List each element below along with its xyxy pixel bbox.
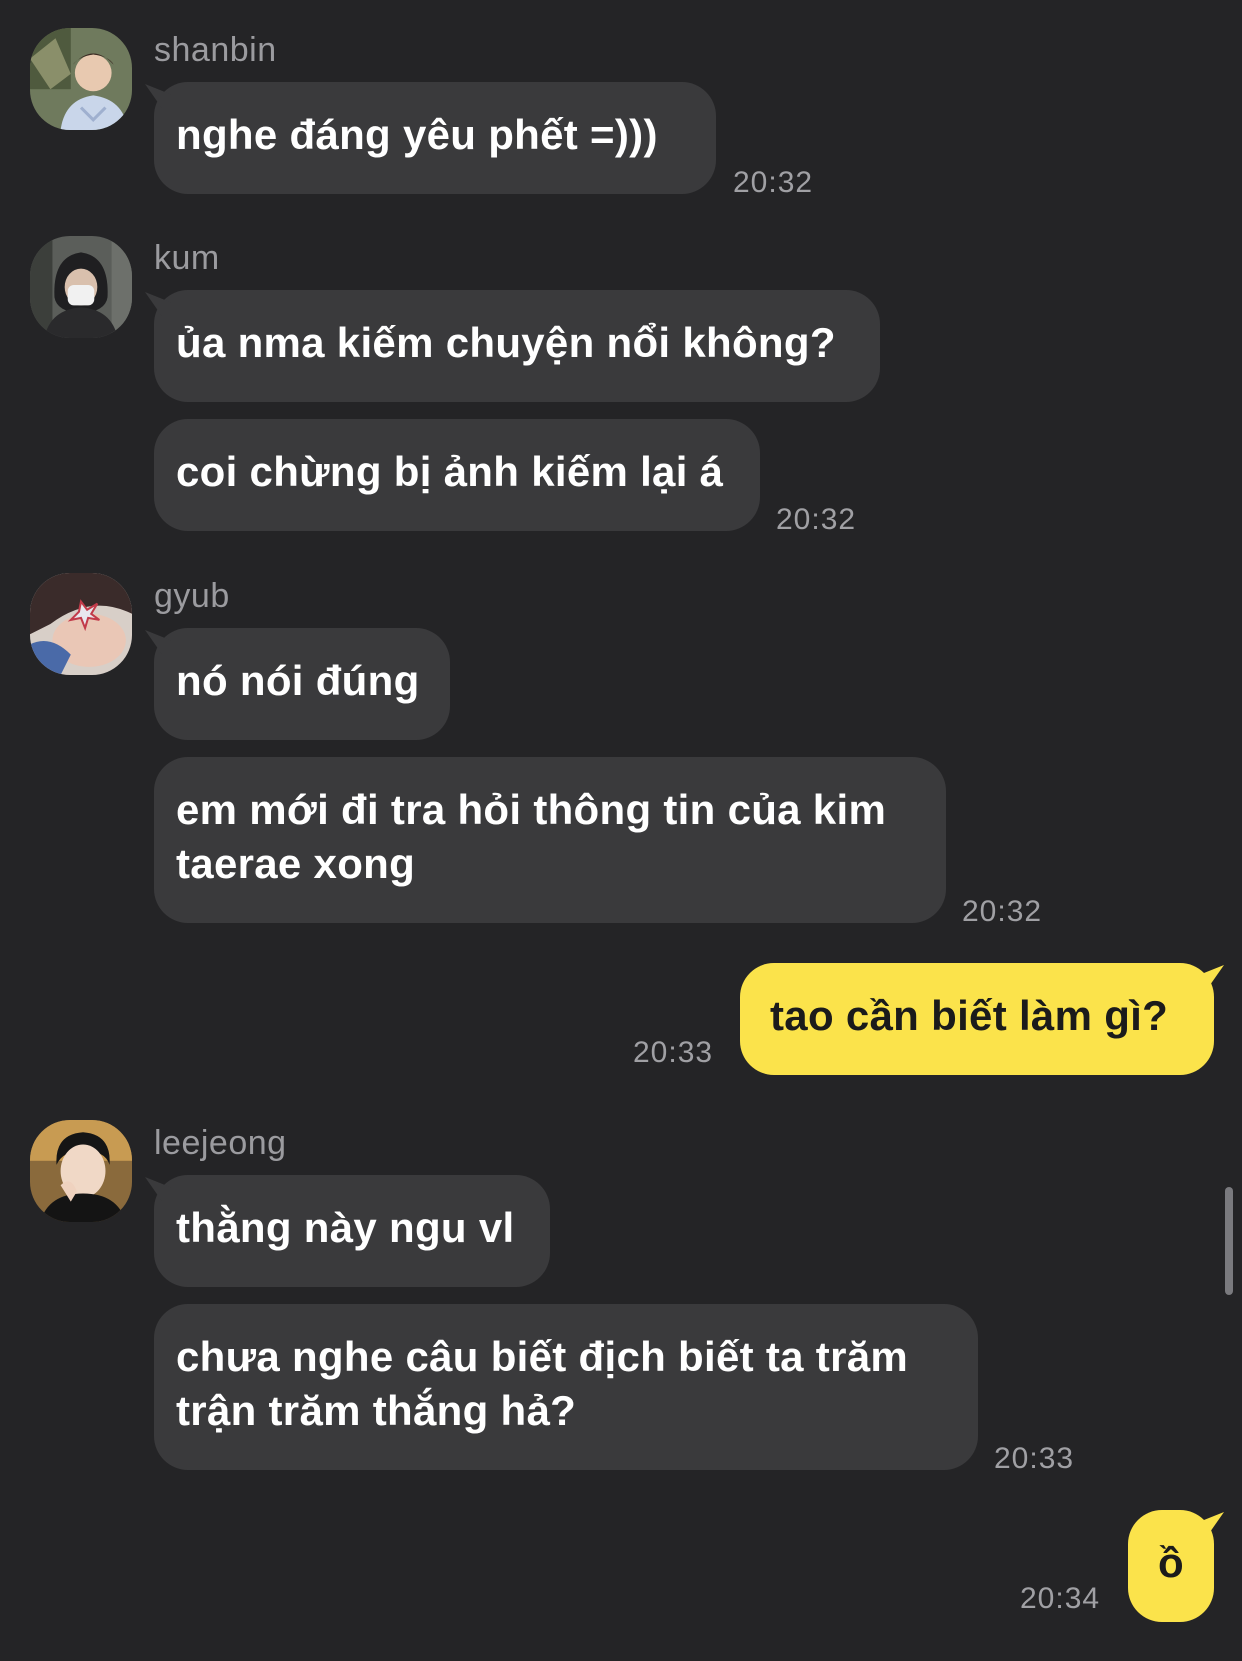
sender-avatar[interactable] xyxy=(30,28,132,130)
sender-avatar[interactable] xyxy=(30,573,132,675)
message-timestamp: 20:33 xyxy=(994,1442,1075,1475)
avatar-photo-icon xyxy=(30,28,132,130)
sender-name: kum xyxy=(154,239,220,277)
sender-name: shanbin xyxy=(154,31,277,69)
my-message-bubble[interactable]: ồ xyxy=(1128,1510,1214,1622)
message-text: ủa nma kiếm chuyện nổi không? xyxy=(176,319,836,366)
message-text: em mới đi tra hỏi thông tin của kim taer… xyxy=(176,786,887,887)
my-message-bubble[interactable]: tao cần biết làm gì? xyxy=(740,963,1214,1075)
message-timestamp: 20:32 xyxy=(776,503,857,536)
message-timestamp: 20:32 xyxy=(733,166,814,199)
message-bubble[interactable]: ủa nma kiếm chuyện nổi không? xyxy=(154,290,880,402)
avatar-photo-icon xyxy=(30,573,132,675)
message-text: chưa nghe câu biết địch biết ta trăm trậ… xyxy=(176,1333,909,1434)
message-text: ồ xyxy=(1158,1539,1184,1586)
message-text: coi chừng bị ảnh kiếm lại á xyxy=(176,448,724,495)
message-text: tao cần biết làm gì? xyxy=(770,992,1169,1039)
message-timestamp: 20:32 xyxy=(962,895,1043,928)
avatar-photo-icon xyxy=(30,1120,132,1222)
avatar-photo-icon xyxy=(30,236,132,338)
message-timestamp: 20:34 xyxy=(1020,1582,1101,1615)
message-bubble[interactable]: chưa nghe câu biết địch biết ta trăm trậ… xyxy=(154,1304,978,1470)
message-bubble[interactable]: coi chừng bị ảnh kiếm lại á xyxy=(154,419,760,531)
sender-avatar[interactable] xyxy=(30,236,132,338)
message-text: nó nói đúng xyxy=(176,657,420,704)
message-text: nghe đáng yêu phết =))) xyxy=(176,111,658,158)
sender-name: leejeong xyxy=(154,1124,287,1162)
sender-name: gyub xyxy=(154,577,230,615)
message-text: thằng này ngu vl xyxy=(176,1204,515,1251)
sender-avatar[interactable] xyxy=(30,1120,132,1222)
message-bubble[interactable]: thằng này ngu vl xyxy=(154,1175,550,1287)
message-timestamp: 20:33 xyxy=(633,1036,714,1069)
scrollbar[interactable] xyxy=(1225,1187,1233,1295)
message-bubble[interactable]: nghe đáng yêu phết =))) xyxy=(154,82,716,194)
message-bubble[interactable]: em mới đi tra hỏi thông tin của kim taer… xyxy=(154,757,946,923)
chat-message-list[interactable]: shanbin nghe đáng yêu phết =))) 20:32 ku… xyxy=(0,0,1242,1661)
message-bubble[interactable]: nó nói đúng xyxy=(154,628,450,740)
